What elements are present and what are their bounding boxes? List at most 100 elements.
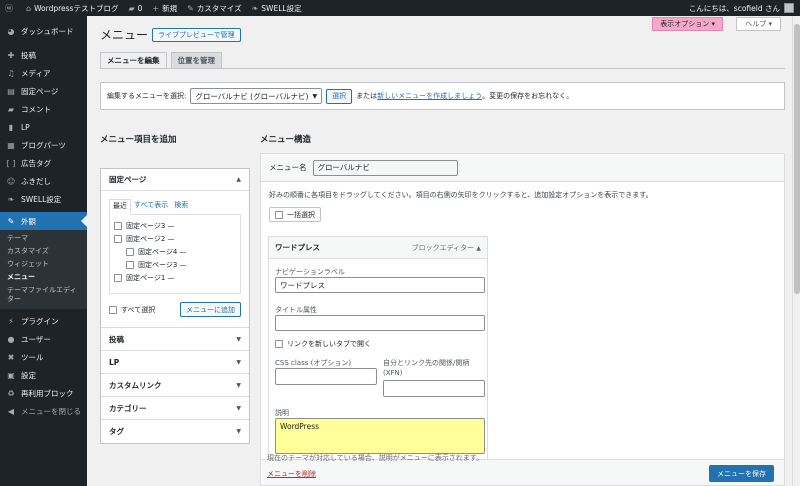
checkbox[interactable] (114, 234, 122, 243)
description-caption: 説明 (275, 409, 289, 417)
list-item[interactable]: 固定ページ3 — (114, 219, 236, 232)
customize-link[interactable]: ✎ カスタマイズ (182, 0, 246, 16)
sidebar-item-comments[interactable]: ▰ コメント (0, 100, 87, 118)
accordion-posts[interactable]: 投稿 ▼ (101, 328, 249, 351)
select-menu-button[interactable]: 選択 (326, 88, 353, 104)
checkbox[interactable] (109, 305, 117, 314)
list-item[interactable]: 固定ページ2 — (114, 232, 236, 245)
create-menu-link[interactable]: 新しいメニューを作成しましょう (377, 91, 482, 101)
menu-structure-heading: メニュー構造 (260, 135, 312, 145)
new-tab-option[interactable]: リンクを新しいタブで開く (275, 339, 371, 349)
xfn-input[interactable] (383, 380, 485, 397)
sidebar-item-settings[interactable]: ▣ 設定 (0, 366, 87, 384)
submenu-widgets[interactable]: ウィジェット (0, 258, 87, 271)
menu-item-header[interactable]: ワードプレス ブロックエディター ▲ (269, 237, 487, 259)
tab-view-all[interactable]: すべて表示 (131, 199, 171, 215)
checkbox[interactable] (126, 260, 134, 269)
tab-search[interactable]: 検索 (171, 199, 191, 215)
select-all-pages[interactable]: すべて選択 (109, 305, 155, 315)
sidebar-item-tools[interactable]: ✖ ツール (0, 348, 87, 366)
bulk-select-button[interactable]: 一括選択 (269, 207, 321, 222)
chevron-down-icon: ▼ (236, 358, 241, 366)
pages-inner-tabs: 最近 すべて表示 検索 (109, 199, 241, 215)
plugin-icon: ⚡ (8, 316, 14, 326)
css-class-input[interactable] (275, 368, 377, 385)
menu-select-dropdown[interactable]: グローバルナビ (グローバルナビ) ▼ (190, 88, 323, 104)
chevron-down-icon: ▼ (236, 404, 241, 412)
sidebar-item-reusable-blocks[interactable]: ♻ 再利用ブロック (0, 384, 87, 402)
sidebar-item-plugins[interactable]: ⚡ プラグイン (0, 312, 87, 330)
submenu-menus[interactable]: メニュー (0, 271, 87, 284)
save-menu-button[interactable]: メニューを保存 (709, 465, 774, 482)
appearance-submenu: テーマ カスタマイズ ウィジェット メニュー テーマファイルエディター (0, 230, 87, 309)
sidebar-item-media[interactable]: ♫ メディア (0, 64, 87, 82)
list-item[interactable]: 固定ページ3 — (114, 258, 236, 271)
tab-recent[interactable]: 最近 (109, 199, 131, 215)
list-item[interactable]: 固定ページ1 — (114, 271, 236, 284)
accordion-custom-links[interactable]: カスタムリンク ▼ (101, 374, 249, 397)
pages-checklist: 固定ページ3 — 固定ページ2 — 固定ページ4 — 固定ページ3 — 固定ペー… (109, 214, 241, 294)
add-to-menu-button[interactable]: メニューに追加 (180, 302, 241, 317)
sidebar-item-dashboard[interactable]: ◕ ダッシュボード (0, 22, 87, 40)
sidebar-item-users[interactable]: ● ユーザー (0, 330, 87, 348)
checkbox[interactable] (114, 273, 122, 282)
live-preview-button[interactable]: ライブプレビューで管理 (152, 28, 241, 42)
chevron-up-icon: ▲ (476, 244, 481, 252)
settings-icon: ▣ (7, 370, 15, 380)
menu-name-label: メニュー名 (269, 163, 307, 172)
sidebar-item-appearance[interactable]: ✎ 外観 (0, 212, 87, 230)
checkbox[interactable] (126, 247, 134, 256)
plus-icon: + (152, 3, 160, 13)
chevron-down-icon: ▼ (236, 428, 241, 435)
menu-save-bar: 現在のテーマが対応している場合、説明がメニューに表示されます。 メニューを削除 … (261, 454, 784, 485)
tab-manage-locations[interactable]: 位置を管理 (170, 52, 222, 68)
list-item[interactable]: 固定ページ4 — (114, 245, 236, 258)
checkbox[interactable] (275, 340, 283, 348)
xfn-caption: 自分とリンク先の関係/関柄 (XFN) (383, 359, 470, 377)
pages-panel: 最近 すべて表示 検索 固定ページ3 — 固定ページ2 — 固定ページ4 — 固… (101, 191, 249, 328)
sidebar-item-swell-settings[interactable]: ❧ SWELL設定 (0, 190, 87, 208)
accordion-pages-header[interactable]: 固定ページ ▲ (101, 169, 249, 191)
tab-divider (100, 68, 785, 69)
greeting-text: こんにちは、scofield さん (688, 3, 780, 13)
delete-menu-link[interactable]: メニューを削除 (267, 469, 316, 479)
site-name-link[interactable]: ⌂ Wordpressテストブログ (21, 0, 123, 16)
sidebar-item-pages[interactable]: ▤ 固定ページ (0, 82, 87, 100)
description-textarea[interactable]: WordPress (275, 418, 485, 454)
accordion-lp[interactable]: LP ▼ (101, 351, 249, 374)
screen-options-button[interactable]: 表示オプション ▾ (652, 17, 723, 31)
css-class-caption: CSS class (オプション) (275, 359, 352, 367)
comments-link[interactable]: ▰ 0 (123, 0, 147, 16)
accordion-categories[interactable]: カテゴリー ▼ (101, 397, 249, 420)
scrollbar-thumb[interactable] (794, 24, 800, 294)
checkbox[interactable] (114, 221, 122, 230)
swell-icon: ❧ (251, 3, 259, 13)
my-account-menu[interactable]: こんにちは、scofield さん (689, 0, 794, 16)
home-icon: ⌂ (26, 3, 32, 13)
menu-structure-panel: メニュー名 グローバルナビ 好みの順番に各項目をドラッグしてください。項目の右側… (260, 153, 785, 486)
sidebar-item-blog-parts[interactable]: ▦ ブログパーツ (0, 136, 87, 154)
sidebar-item-posts[interactable]: ✚ 投稿 (0, 46, 87, 64)
sidebar-item-lp[interactable]: ▮ LP (0, 118, 87, 136)
submenu-themes[interactable]: テーマ (0, 232, 87, 245)
menu-item-type: ブロックエディター ▲ (411, 243, 481, 252)
nav-tabs: メニューを編集 位置を管理 (100, 52, 226, 68)
description-hint: 現在のテーマが対応している場合、説明がメニューに表示されます。 (267, 454, 484, 462)
help-button[interactable]: ヘルプ ▾ (736, 17, 781, 31)
sidebar-collapse-menu[interactable]: ◀ メニューを閉じる (0, 402, 87, 420)
tab-edit-menus[interactable]: メニューを編集 (100, 52, 167, 68)
accordion-tags[interactable]: タグ ▼ (101, 420, 249, 443)
menu-name-input[interactable]: グローバルナビ (312, 159, 458, 176)
submenu-theme-file-editor[interactable]: テーマファイルエディター (0, 284, 80, 306)
page-title: メニュー (100, 28, 149, 42)
sidebar-item-balloons[interactable]: ☺ ふきだし (0, 172, 87, 190)
new-content-menu[interactable]: + 新規 (147, 0, 182, 16)
title-attr-input[interactable] (275, 315, 485, 331)
swell-settings-link[interactable]: ❧ SWELL設定 (247, 0, 307, 16)
wp-logo-menu[interactable]: ⓦ (0, 0, 21, 16)
submenu-customize[interactable]: カスタマイズ (0, 245, 87, 258)
admin-bar: ⓦ ⌂ Wordpressテストブログ ▰ 0 + 新規 ✎ カスタマイズ ❧ SWELL… (0, 0, 800, 16)
nav-label-input[interactable]: ワードプレス (275, 277, 485, 293)
sidebar-item-ad-tags[interactable]: [ ] 広告タグ (0, 154, 87, 172)
page-scrollbar[interactable] (792, 16, 800, 486)
